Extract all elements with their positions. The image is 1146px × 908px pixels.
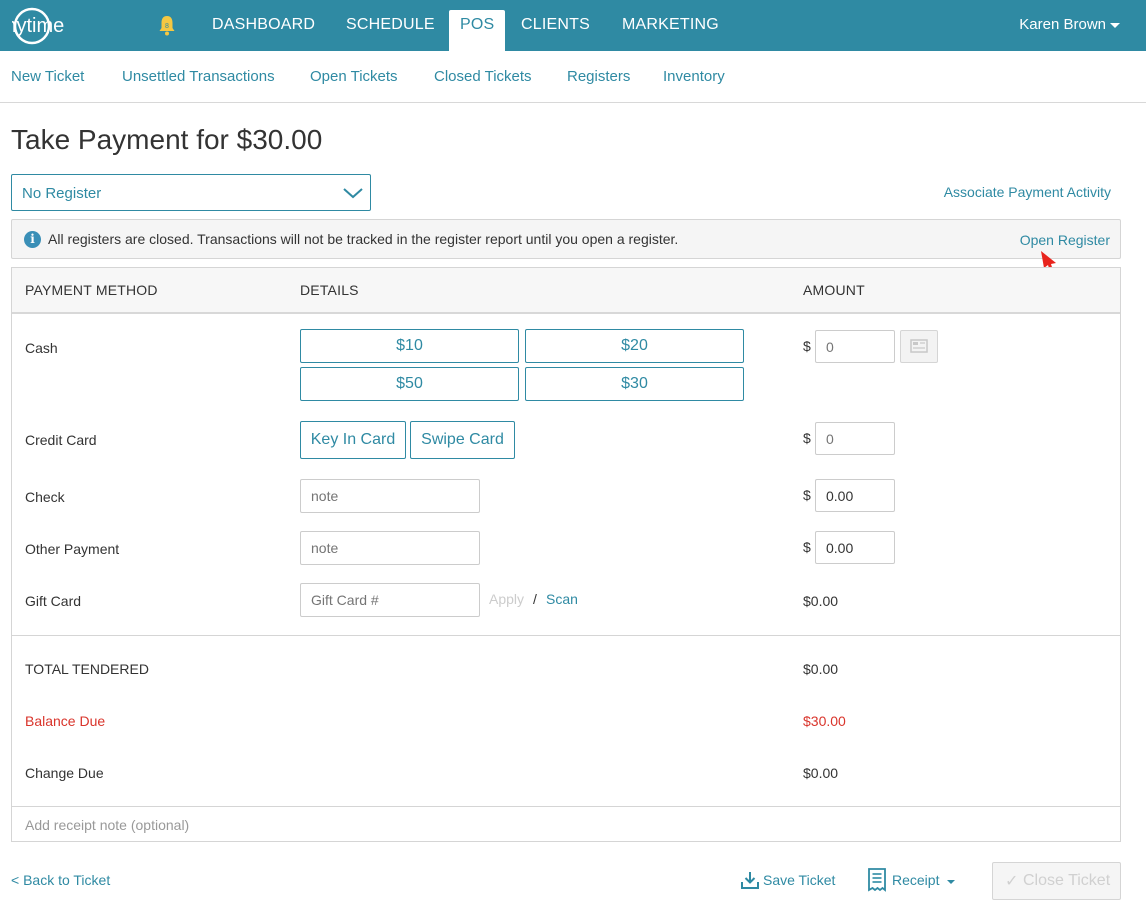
user-name: Karen Brown — [1019, 16, 1106, 33]
mytime-logo[interactable]: mytime — [12, 6, 116, 46]
credit-card-amount-input[interactable] — [815, 422, 895, 455]
cash-30-button[interactable]: $30 — [525, 367, 744, 401]
subnav-open-tickets[interactable]: Open Tickets — [310, 68, 398, 85]
other-payment-amount-input[interactable] — [815, 531, 895, 564]
caret-down-icon — [947, 880, 955, 884]
chevron-down-icon — [343, 188, 363, 199]
cash-50-button[interactable]: $50 — [300, 367, 519, 401]
cash-currency: $ — [803, 338, 811, 354]
close-ticket-label: Close Ticket — [1023, 872, 1111, 889]
payment-table: PAYMENT METHOD DETAILS AMOUNT Cash $10 $… — [11, 267, 1121, 842]
save-ticket-label: Save Ticket — [763, 872, 836, 888]
balance-due-label: Balance Due — [25, 713, 106, 729]
gift-card-scan-link[interactable]: Scan — [546, 591, 578, 607]
subnav-registers[interactable]: Registers — [567, 68, 630, 85]
close-ticket-button[interactable]: ✓ Close Ticket — [992, 862, 1121, 900]
subnav-closed-tickets[interactable]: Closed Tickets — [434, 68, 532, 85]
cash-register-icon — [910, 339, 928, 353]
download-icon — [741, 872, 759, 889]
cash-drawer-button[interactable] — [900, 330, 938, 363]
credit-card-label: Credit Card — [25, 432, 97, 448]
credit-card-currency: $ — [803, 430, 811, 446]
cash-20-button[interactable]: $20 — [525, 329, 744, 363]
back-to-ticket-link[interactable]: < Back to Ticket — [11, 872, 110, 888]
receipt-icon — [868, 868, 886, 892]
alert-message: All registers are closed. Transactions w… — [48, 231, 679, 247]
payment-table-header: PAYMENT METHOD DETAILS AMOUNT — [12, 268, 1120, 314]
gift-card-apply-link[interactable]: Apply — [489, 591, 524, 607]
check-amount-input[interactable] — [815, 479, 895, 512]
receipt-label: Receipt — [892, 872, 940, 888]
cash-amount-input[interactable] — [815, 330, 895, 363]
header-payment-method: PAYMENT METHOD — [25, 282, 158, 298]
nav-schedule[interactable]: SCHEDULE — [346, 0, 435, 51]
open-register-link[interactable]: Open Register — [1020, 232, 1110, 248]
top-navigation: mytime 8 DASHBOARD SCHEDULE POS CLIENTS … — [0, 0, 1146, 51]
chevron-down-icon — [1110, 22, 1120, 28]
nav-clients[interactable]: CLIENTS — [521, 0, 590, 51]
header-details: DETAILS — [300, 282, 359, 298]
balance-due-value: $30.00 — [803, 713, 846, 729]
check-note-input[interactable] — [300, 479, 480, 513]
gift-card-amount: $0.00 — [803, 593, 839, 609]
receipt-note-input[interactable]: Add receipt note (optional) — [25, 817, 189, 833]
gift-card-label: Gift Card — [25, 593, 82, 609]
bell-badge: 8 — [165, 23, 169, 30]
subnav-inventory[interactable]: Inventory — [663, 68, 725, 85]
cash-10-button[interactable]: $10 — [300, 329, 519, 363]
change-due-label: Change Due — [25, 765, 104, 781]
other-payment-label: Other Payment — [25, 541, 120, 557]
subnav-unsettled-transactions[interactable]: Unsettled Transactions — [122, 68, 275, 85]
nav-dashboard[interactable]: DASHBOARD — [212, 0, 315, 51]
registers-closed-alert: i All registers are closed. Transactions… — [11, 219, 1121, 259]
nav-marketing[interactable]: MARKETING — [622, 0, 719, 51]
totals-divider — [12, 635, 1120, 636]
logo-text: mytime — [12, 15, 64, 37]
page-title: Take Payment for $30.00 — [11, 124, 323, 155]
info-icon: i — [24, 231, 41, 248]
subnav-new-ticket[interactable]: New Ticket — [11, 68, 84, 85]
receipt-dropdown-button[interactable]: Receipt — [867, 868, 957, 892]
change-due-value: $0.00 — [803, 765, 839, 781]
associate-payment-activity-link[interactable]: Associate Payment Activity — [944, 184, 1111, 200]
key-in-card-button[interactable]: Key In Card — [300, 421, 406, 459]
register-select[interactable]: No Register — [11, 174, 371, 211]
other-payment-note-input[interactable] — [300, 531, 480, 565]
gift-card-separator: / — [533, 591, 537, 607]
total-tendered-label: TOTAL TENDERED — [25, 661, 149, 677]
register-select-value: No Register — [22, 185, 102, 202]
cash-label: Cash — [25, 340, 58, 356]
notification-bell-icon[interactable]: 8 — [157, 14, 177, 36]
check-label: Check — [25, 489, 65, 505]
user-menu[interactable]: Karen Brown — [1019, 0, 1120, 49]
pos-subnav: New Ticket Unsettled Transactions Open T… — [0, 51, 1146, 103]
swipe-card-button[interactable]: Swipe Card — [410, 421, 515, 459]
receipt-note-divider — [12, 806, 1120, 807]
total-tendered-value: $0.00 — [803, 661, 839, 677]
checkmark-icon: ✓ — [1005, 873, 1019, 890]
header-amount: AMOUNT — [803, 282, 865, 298]
other-payment-currency: $ — [803, 539, 811, 555]
nav-pos[interactable]: POS — [449, 10, 506, 51]
gift-card-number-input[interactable] — [300, 583, 480, 617]
check-currency: $ — [803, 487, 811, 503]
